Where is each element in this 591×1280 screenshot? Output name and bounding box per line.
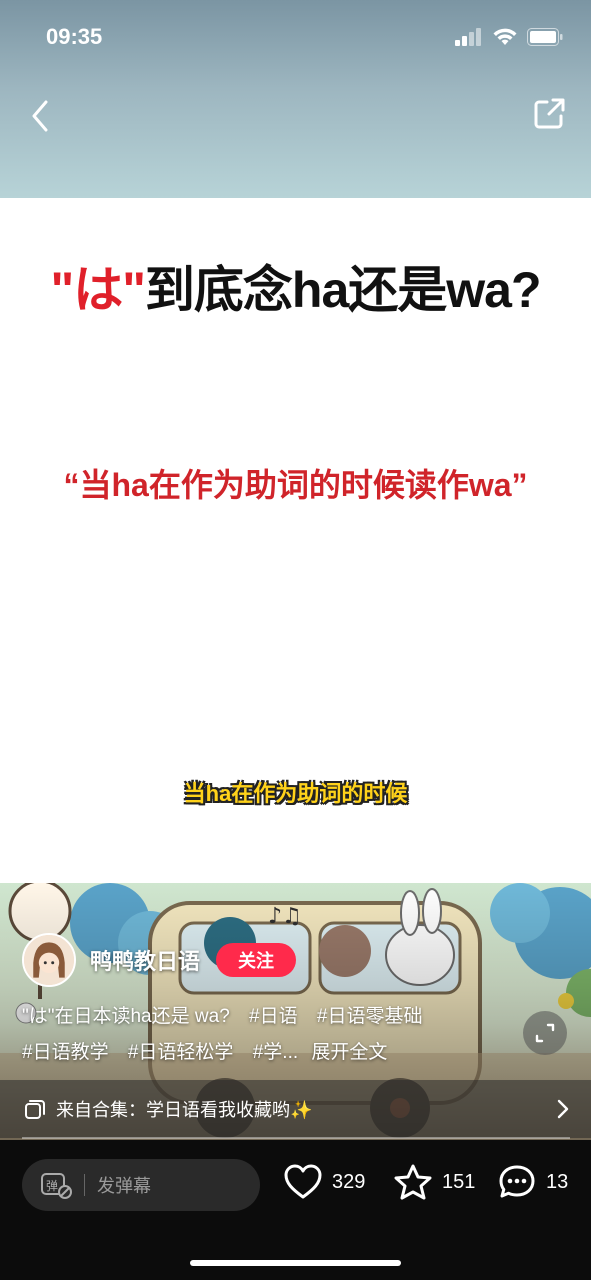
divider (84, 1174, 85, 1196)
danmu-toggle-icon[interactable]: 弹 (40, 1171, 72, 1199)
headline-quote-open: " (50, 262, 74, 318)
like-count: 329 (332, 1170, 366, 1193)
bottom-action-bar: 弹 发弹幕 329 151 13 (0, 1140, 591, 1280)
share-out-icon[interactable] (531, 96, 567, 132)
comment-icon (499, 1165, 535, 1198)
avatar-icon (24, 935, 74, 985)
video-subline: “当ha在作为助词的时候读作wa” (63, 467, 528, 503)
author-name[interactable]: 鸭鸭教日语 (90, 944, 200, 976)
video-description[interactable]: "は"在日本读ha还是 wa? #日语 #日语零基础 #日语教学 #日语轻松学 … (22, 999, 492, 1071)
author-row: 鸭鸭教日语 关注 (22, 933, 297, 987)
danmu-input[interactable]: 弹 发弹幕 (22, 1159, 260, 1211)
headline-quote-close: " (122, 262, 146, 318)
favorite-count: 151 (442, 1170, 476, 1193)
hashtag[interactable]: #日语教学 (22, 1042, 109, 1063)
headline-kana: は (73, 262, 123, 318)
hashtag[interactable]: #日语轻松学 (128, 1042, 234, 1063)
hashtag[interactable]: #学... (253, 1042, 298, 1063)
comment-count: 13 (546, 1170, 569, 1193)
headline-rest: 到底念ha还是wa? (144, 262, 542, 318)
status-time: 09:35 (46, 24, 103, 49)
status-icons (455, 28, 563, 46)
heart-icon (284, 1164, 322, 1199)
chevron-left-icon[interactable] (26, 98, 56, 134)
expand-text-link[interactable]: 展开全文 (311, 1042, 387, 1063)
collection-icon (25, 1100, 45, 1119)
signal-icon (455, 28, 481, 46)
video-caption: 当ha在作为助词的时候 (183, 781, 408, 806)
hashtag[interactable]: #日语零基础 (317, 1006, 423, 1027)
video-progress-bar[interactable] (22, 1137, 570, 1139)
home-indicator (190, 1260, 401, 1266)
danmu-placeholder: 发弹幕 (97, 1176, 151, 1196)
chevron-right-icon (557, 1099, 569, 1119)
collection-bar[interactable]: 来自合集：学日语看我收藏哟✨ (0, 1080, 591, 1138)
wifi-icon (493, 28, 517, 45)
battery-icon (527, 28, 563, 46)
video-headline: "は"到底念ha还是wa? (0, 250, 591, 322)
star-icon (394, 1164, 432, 1200)
comment-button[interactable]: 13 (498, 1164, 568, 1200)
top-header: 09:35 (0, 0, 591, 198)
collection-label: 来自合集：学日语看我收藏哟✨ (56, 1100, 313, 1120)
fullscreen-icon (535, 1023, 555, 1043)
like-button[interactable]: 329 (284, 1164, 365, 1200)
svg-text:弹: 弹 (46, 1179, 58, 1193)
follow-button[interactable]: 关注 (216, 943, 297, 977)
description-title: "は"在日本读ha还是 wa? (22, 1006, 230, 1027)
favorite-button[interactable]: 151 (394, 1164, 475, 1200)
author-avatar[interactable] (22, 933, 76, 987)
fullscreen-button[interactable] (523, 1011, 567, 1055)
hashtag[interactable]: #日语 (249, 1006, 298, 1027)
video-info-panel: ♪♫ 鸭鸭教日语 关注 "は"在日本读ha还是 wa? #日语 #日语零基础 #… (0, 883, 591, 1140)
video-player[interactable]: "は"到底念ha还是wa? “当ha在作为助词的时候读作wa” 当ha在作为助词… (0, 198, 591, 883)
